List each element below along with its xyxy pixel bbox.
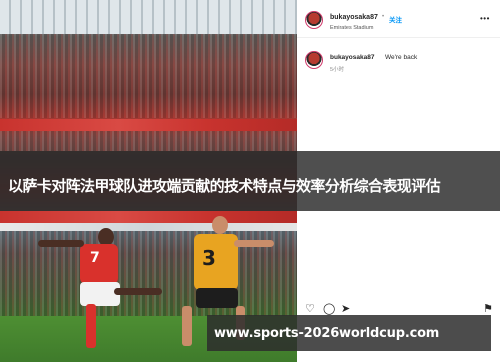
stadium-roof: [0, 0, 297, 34]
avatar[interactable]: [305, 11, 323, 29]
bookmark-icon[interactable]: ⚑: [483, 302, 493, 315]
article-title: 以萨卡对阵法甲球队进攻端贡献的技术特点与效率分析综合表现评估: [8, 177, 441, 195]
share-icon[interactable]: ➤: [341, 302, 350, 315]
caption-avatar[interactable]: [305, 51, 323, 69]
comment-icon[interactable]: ◯: [323, 302, 335, 315]
site-url[interactable]: www.sports-2026worldcup.com: [214, 326, 439, 341]
post-header: bukayosaka87 • 关注 Emirates Stadium •••: [297, 0, 500, 38]
header-username[interactable]: bukayosaka87: [330, 14, 378, 21]
crowd-middle: [0, 131, 297, 151]
more-horizontal-icon[interactable]: •••: [480, 14, 490, 23]
separator-dot: •: [382, 14, 385, 20]
crowd-upper: [0, 34, 297, 118]
follow-button[interactable]: 关注: [389, 14, 402, 24]
caption-username[interactable]: bukayosaka87: [330, 54, 374, 61]
player-red: 7: [38, 228, 170, 362]
heart-icon[interactable]: ♡: [305, 302, 315, 315]
advertising-board-upper: [0, 119, 297, 131]
caption-text: We're back: [385, 54, 418, 61]
yellow-player-number: 3: [202, 246, 216, 270]
location-label[interactable]: Emirates Stadium: [330, 25, 373, 31]
post-time: 5小时: [330, 67, 345, 73]
red-player-number: 7: [90, 250, 100, 266]
